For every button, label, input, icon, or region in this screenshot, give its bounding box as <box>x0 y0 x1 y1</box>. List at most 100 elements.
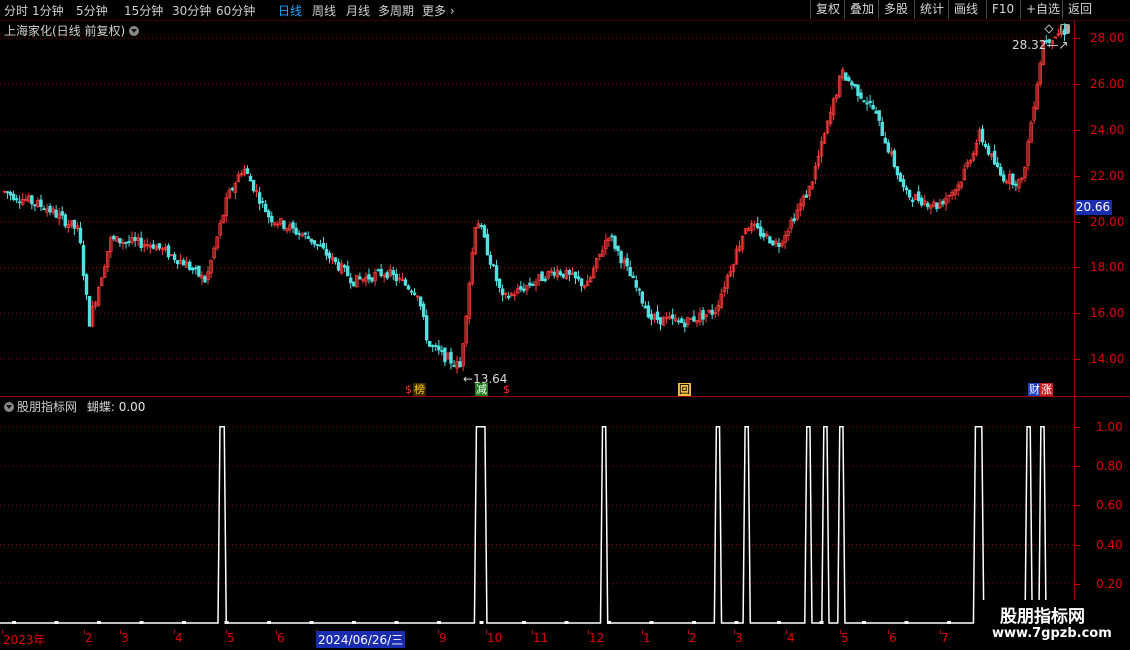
series-point <box>139 621 144 624</box>
candle <box>352 281 356 288</box>
toolbar-button-0[interactable]: 复权 <box>810 0 845 19</box>
candle <box>883 132 887 144</box>
candle <box>209 259 213 278</box>
tab-3[interactable]: 15分钟 <box>124 2 163 19</box>
candle <box>185 256 189 268</box>
candle <box>904 185 909 195</box>
candle <box>999 163 1003 177</box>
candle <box>944 192 948 211</box>
toolbar-button-7[interactable]: 返回 <box>1062 0 1097 19</box>
tab-8[interactable]: 月线 <box>346 2 370 19</box>
candle <box>625 253 629 272</box>
candle <box>598 253 602 261</box>
event-marker[interactable]: 回 <box>678 383 691 396</box>
candle <box>424 309 429 344</box>
candle <box>792 213 796 224</box>
candle <box>579 278 584 292</box>
candle <box>63 212 67 229</box>
candle <box>698 307 702 326</box>
candle <box>585 274 590 287</box>
candle <box>886 139 891 154</box>
tab-4[interactable]: 30分钟 <box>172 2 211 19</box>
candle <box>798 198 802 217</box>
series-point <box>649 621 654 624</box>
toolbar-button-3[interactable]: 统计 <box>914 0 949 19</box>
tab-5[interactable]: 60分钟 <box>216 2 255 19</box>
candle <box>1020 177 1024 183</box>
toolbar-button-4[interactable]: 画线 <box>948 0 983 19</box>
candle <box>394 268 399 286</box>
candle <box>318 239 323 247</box>
watermark: 股朋指标网 www.7gpzb.com <box>982 600 1130 650</box>
candle <box>100 276 104 287</box>
toolbar-button-6[interactable]: +自选 <box>1020 0 1065 19</box>
event-marker[interactable]: $ <box>502 383 511 396</box>
candle <box>822 131 827 145</box>
date-label: 2023年 <box>3 633 46 647</box>
candle <box>312 240 317 248</box>
candle <box>646 301 651 319</box>
series-point <box>607 621 611 624</box>
price-chart <box>0 23 1074 374</box>
current-price-tag: 20.66 <box>1074 200 1112 215</box>
candle <box>440 345 444 356</box>
toolbar-button-2[interactable]: 多股 <box>878 0 913 19</box>
event-marker[interactable]: 涨 <box>1040 383 1053 396</box>
candle <box>5 190 10 199</box>
candle <box>285 227 289 234</box>
candle <box>418 296 423 311</box>
candle <box>154 244 159 251</box>
candle <box>929 203 933 215</box>
candle <box>1002 170 1006 184</box>
tab-6[interactable]: 日线 <box>278 2 302 19</box>
candle <box>923 194 927 207</box>
candle <box>346 260 350 277</box>
series-point <box>947 621 951 624</box>
candle <box>725 273 730 294</box>
candle <box>339 259 344 275</box>
candle <box>224 192 228 223</box>
tab-1[interactable]: 1分钟 <box>32 2 64 19</box>
event-marker[interactable]: $ <box>404 383 413 396</box>
candle <box>1014 180 1018 192</box>
tab-0[interactable]: 分时 <box>4 2 28 19</box>
candle <box>54 205 58 219</box>
candle <box>938 198 942 210</box>
candle <box>1029 120 1033 143</box>
candle <box>880 116 884 137</box>
candle <box>968 158 973 167</box>
candle <box>1059 24 1064 38</box>
candle <box>737 240 742 253</box>
tab-9[interactable]: 多周期 <box>378 2 414 19</box>
candle <box>497 278 502 293</box>
candle <box>421 301 426 320</box>
candle <box>1008 169 1012 191</box>
candle <box>264 199 268 213</box>
tab-10[interactable]: 更多 › <box>422 2 455 19</box>
candle <box>862 99 866 103</box>
candle <box>75 221 80 232</box>
tab-2[interactable]: 5分钟 <box>76 2 108 19</box>
candle <box>534 278 538 292</box>
toolbar-button-1[interactable]: 叠加 <box>844 0 879 19</box>
event-marker[interactable]: 榜 <box>413 383 426 396</box>
candle <box>831 96 836 121</box>
date-axis: 2023年 2 3 4 5 6 2024/06/26/三 9 10 11 12 1 2 3 4 5 6 7 <box>0 630 1074 650</box>
candle <box>81 240 86 281</box>
candle <box>139 231 143 252</box>
candle <box>549 267 553 276</box>
tab-7[interactable]: 周线 <box>312 2 336 19</box>
price-tick-label: 26.00 <box>1090 77 1125 92</box>
candle <box>1017 178 1021 193</box>
candle <box>789 216 793 234</box>
candle <box>136 233 140 246</box>
indicator-tick-mark <box>1074 544 1080 546</box>
date-label: 12 <box>589 631 605 645</box>
candle <box>713 306 717 319</box>
series-point <box>734 621 739 624</box>
event-marker[interactable]: 减 <box>475 383 488 396</box>
toolbar-button-5[interactable]: F10 <box>986 0 1019 19</box>
candle <box>279 218 283 227</box>
indicator-tick-mark <box>1074 466 1080 468</box>
candle <box>376 268 380 272</box>
